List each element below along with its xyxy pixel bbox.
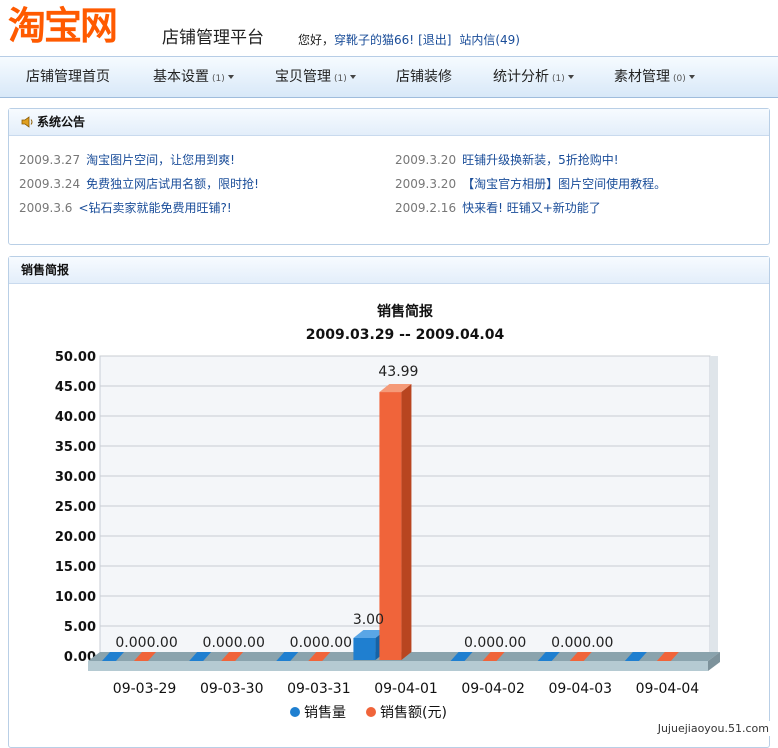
- data-label: 0.000.00: [290, 635, 352, 651]
- x-tick-label: 09-03-29: [113, 681, 177, 697]
- data-label: 3.00: [353, 612, 384, 628]
- x-tick-label: 09-04-01: [374, 681, 438, 697]
- data-label: 0.000.00: [203, 635, 265, 651]
- x-tick-label: 09-04-04: [636, 681, 700, 697]
- y-tick-label: 20.00: [55, 530, 96, 545]
- data-label: 0.000.00: [551, 635, 613, 651]
- y-tick-label: 10.00: [55, 590, 96, 605]
- y-tick-label: 30.00: [55, 470, 96, 485]
- chart-floor-front: [88, 661, 708, 671]
- sales-chart: 销售简报2009.03.29 -- 2009.04.040.005.0010.0…: [55, 303, 720, 721]
- plot-side-wall: [710, 356, 718, 658]
- y-tick-label: 25.00: [55, 500, 96, 515]
- legend-label-sales-amount: 销售额(元): [380, 705, 447, 721]
- y-tick-label: 35.00: [55, 440, 96, 455]
- x-tick-label: 09-04-03: [549, 681, 613, 697]
- y-tick-label: 45.00: [55, 380, 96, 395]
- bar-sales-volume: [353, 638, 376, 660]
- legend-label-sales-volume: 销售量: [304, 705, 346, 721]
- y-tick-label: 5.00: [64, 620, 96, 635]
- data-label: 43.99: [378, 364, 418, 380]
- y-tick-label: 50.00: [55, 350, 96, 365]
- y-tick-label: 40.00: [55, 410, 96, 425]
- data-label: 0.000.00: [115, 635, 177, 651]
- legend-marker-sales-volume: [290, 707, 300, 717]
- data-label: 0.000.00: [464, 635, 526, 651]
- bar-sales-amount-side: [401, 384, 412, 660]
- y-tick-label: 15.00: [55, 560, 96, 575]
- legend-marker-sales-amount: [366, 707, 376, 717]
- x-tick-label: 09-03-31: [287, 681, 351, 697]
- x-tick-label: 09-04-02: [461, 681, 525, 697]
- chart-title: 销售简报: [377, 303, 433, 320]
- chart-subtitle: 2009.03.29 -- 2009.04.04: [306, 327, 505, 343]
- watermark: Jujuejiaoyou.51.com: [654, 721, 772, 736]
- x-tick-label: 09-03-30: [200, 681, 264, 697]
